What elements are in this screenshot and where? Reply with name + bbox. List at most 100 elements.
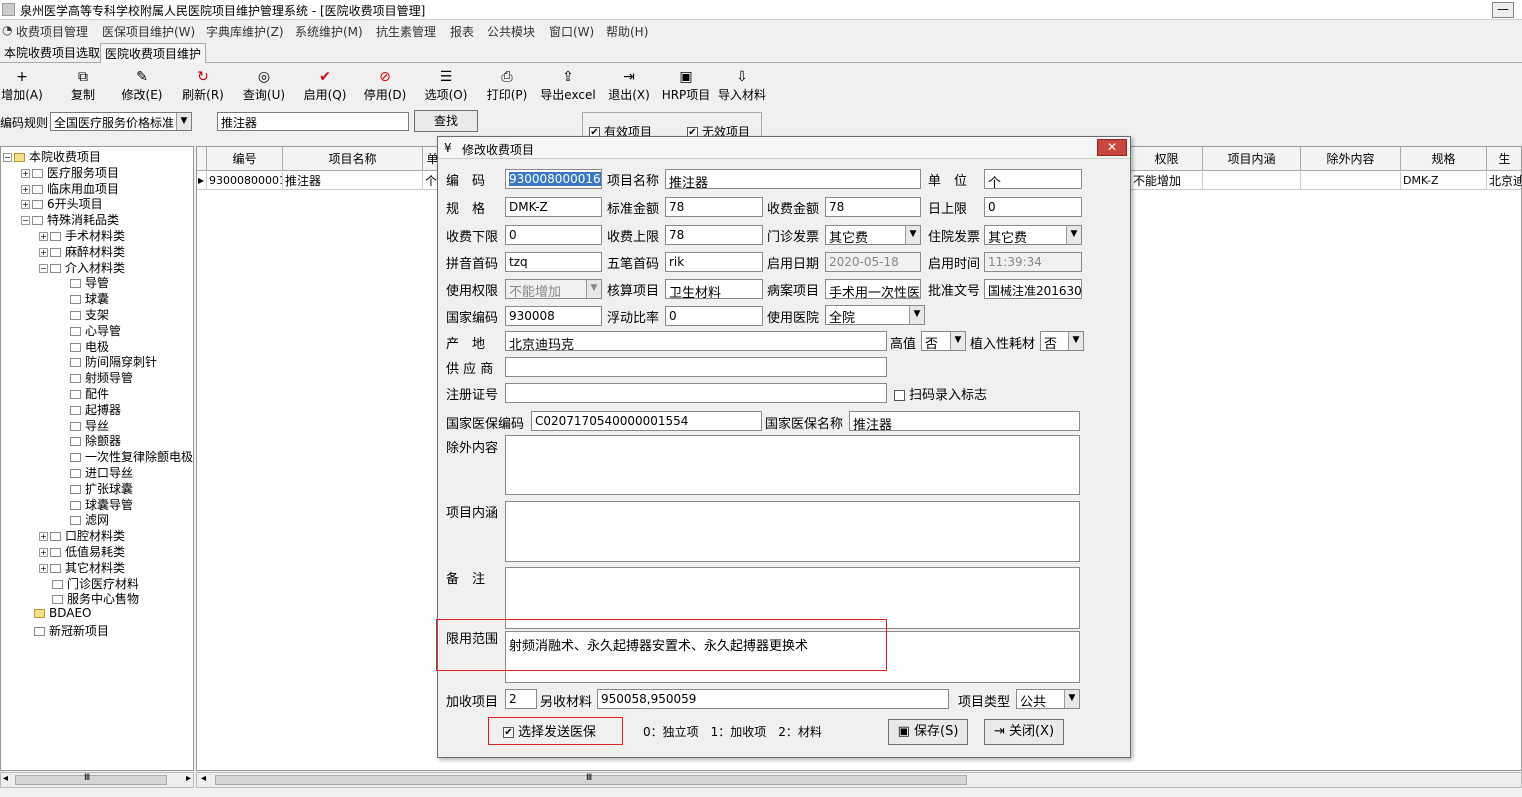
enable-button[interactable]: ✔ 启用(Q) — [293, 68, 357, 106]
tree-node[interactable]: 除颤器 — [57, 432, 121, 449]
tree-node[interactable]: 一次性复律除颤电极 — [57, 448, 193, 465]
exit-button[interactable]: ⇥ 退出(X) — [597, 68, 661, 106]
hrp-button[interactable]: ▣ HRP项目 — [654, 68, 718, 106]
implant-select[interactable]: 否 ▼ — [1040, 331, 1084, 351]
minimize-button[interactable]: — — [1492, 2, 1514, 18]
tree-node[interactable]: + 医疗服务项目 — [21, 164, 119, 181]
tree-node[interactable]: − 特殊消耗品类 — [21, 211, 119, 228]
search-input[interactable]: 推注器 — [217, 112, 409, 131]
tree-node[interactable]: + 其它材料类 — [39, 559, 125, 576]
scan-flag-checkbox[interactable]: 扫码录入标志 — [894, 384, 987, 403]
other-material-field[interactable]: 950058,950059 — [597, 689, 949, 709]
tree-node[interactable]: 心导管 — [57, 322, 121, 339]
tree-node[interactable]: 导管 — [57, 274, 109, 291]
tree-node[interactable]: − 介入材料类 — [39, 259, 125, 276]
tree-scrollbar[interactable]: ◂ Ⅲ ▸ — [0, 772, 194, 788]
tree-node[interactable]: 门诊医疗材料 — [39, 575, 139, 592]
tree-node[interactable]: + 低值易耗类 — [39, 543, 125, 560]
accounting-field[interactable]: 卫生材料 — [665, 279, 763, 299]
hospital-select[interactable]: 全院 ▼ — [825, 305, 925, 325]
expand-icon[interactable]: + — [39, 548, 48, 557]
tree-node[interactable]: 扩张球囊 — [57, 480, 133, 497]
menu-common[interactable]: 公共模块 — [487, 23, 535, 40]
expand-icon[interactable]: + — [39, 563, 48, 573]
tree-node[interactable]: + 麻醉材料类 — [39, 243, 125, 260]
close-button[interactable]: ⇥ 关闭(X) — [984, 719, 1064, 745]
expand-icon[interactable]: + — [39, 532, 48, 542]
tree-node[interactable]: 滤网 — [57, 511, 109, 528]
collapse-icon[interactable]: − — [39, 263, 48, 273]
add-button[interactable]: + 增加(A) — [0, 68, 54, 106]
tree-node[interactable]: 导丝 — [57, 417, 109, 434]
tree-node[interactable]: 球囊导管 — [57, 496, 133, 513]
fee-max-field[interactable]: 78 — [665, 225, 763, 245]
tree-node[interactable]: 射频导管 — [57, 369, 133, 386]
category-tree[interactable]: − 本院收费项目 + 医疗服务项目 + 临床用血项目 +6开头项目 − 特殊消耗品类 + 手术材料类… — [0, 146, 194, 771]
export-excel-button[interactable]: ⇪ 导出excel — [536, 68, 600, 106]
options-button[interactable]: ☰ 选项(O) — [414, 68, 478, 106]
ip-invoice-select[interactable]: 其它费 ▼ — [984, 225, 1082, 245]
expand-icon[interactable]: + — [21, 184, 30, 194]
tree-node[interactable]: 服务中心售物 — [39, 590, 139, 607]
cell-exclusion[interactable] — [1301, 172, 1401, 190]
float-ratio-field[interactable]: 0 — [665, 306, 763, 326]
cell-code[interactable]: 930008000016 — [207, 172, 283, 190]
tree-node[interactable]: − 本院收费项目 — [3, 148, 101, 165]
grid-scrollbar[interactable]: ◂ Ⅲ — [196, 772, 1522, 788]
query-button[interactable]: ◎ 查询(U) — [232, 68, 296, 106]
pinyin-field[interactable]: tzq — [505, 252, 602, 272]
insurance-name-field[interactable]: 推注器 — [849, 411, 1080, 431]
print-button[interactable]: ⎙ 打印(P) — [475, 68, 539, 106]
content-textarea[interactable] — [505, 501, 1080, 562]
tree-node[interactable]: + 手术材料类 — [39, 227, 125, 244]
expand-icon[interactable]: + — [39, 232, 48, 241]
supplier-field[interactable] — [505, 357, 887, 377]
collapse-icon[interactable]: − — [3, 153, 12, 162]
fee-min-field[interactable]: 0 — [505, 225, 602, 245]
scroll-left-icon[interactable]: ◂ — [201, 773, 206, 784]
national-code-field[interactable]: 930008 — [505, 306, 602, 326]
tree-node[interactable]: 球囊 — [57, 290, 109, 307]
tree-node[interactable]: 进口导丝 — [57, 464, 133, 481]
std-amount-field[interactable]: 78 — [665, 197, 763, 217]
tree-node[interactable]: 防间隔穿刺针 — [57, 353, 157, 370]
case-field[interactable]: 手术用一次性医 — [825, 279, 921, 299]
close-icon[interactable]: ✕ — [1097, 139, 1127, 156]
cell-name[interactable]: 推注器 — [283, 172, 423, 190]
scroll-right-icon[interactable]: ▸ — [186, 773, 191, 784]
col-header-code[interactable]: 编号 — [207, 147, 283, 171]
grid-scroll-thumb[interactable]: Ⅲ — [215, 773, 967, 785]
tree-node[interactable]: BDAEO — [21, 606, 92, 620]
menu-reports[interactable]: 报表 — [450, 23, 474, 40]
copy-button[interactable]: ⧉ 复制 — [51, 68, 115, 106]
tree-node[interactable]: 起搏器 — [57, 401, 121, 418]
tab-select-items[interactable]: 本院收费项目选取 — [0, 43, 104, 63]
expand-icon[interactable]: + — [21, 168, 30, 178]
insurance-code-field[interactable]: C0207170540000001554 — [531, 411, 762, 431]
col-header-name[interactable]: 项目名称 — [283, 147, 423, 171]
tab-maintain-items[interactable]: 医院收费项目维护 — [100, 43, 207, 63]
menu-fee-items[interactable]: 收费项目管理 — [16, 23, 88, 40]
code-field[interactable]: 930008000016 — [505, 169, 602, 189]
disable-button[interactable]: ⊘ 停用(D) — [353, 68, 417, 106]
col-header-origin[interactable]: 生 — [1487, 147, 1521, 171]
item-type-select[interactable]: 公共 ▼ — [1016, 689, 1080, 709]
collapse-icon[interactable]: − — [21, 216, 30, 226]
tree-node[interactable]: 配件 — [57, 385, 109, 402]
refresh-button[interactable]: ↻ 刷新(R) — [171, 68, 235, 106]
fee-amount-field[interactable]: 78 — [825, 197, 921, 217]
expand-icon[interactable]: + — [21, 200, 30, 210]
col-header-spec[interactable]: 规格 — [1401, 147, 1487, 171]
unit-field[interactable]: 个 — [984, 169, 1082, 189]
high-value-select[interactable]: 否 ▼ — [921, 331, 966, 351]
cell-spec[interactable]: DMK-Z — [1401, 172, 1487, 190]
exclusion-textarea[interactable] — [505, 435, 1080, 495]
op-invoice-select[interactable]: 其它费 ▼ — [825, 225, 921, 245]
day-limit-field[interactable]: 0 — [984, 197, 1082, 217]
wubi-field[interactable]: rik — [665, 252, 763, 272]
cell-content[interactable] — [1203, 172, 1301, 190]
col-header-content[interactable]: 项目内涵 — [1203, 147, 1301, 171]
menu-help[interactable]: 帮助(H) — [606, 23, 648, 40]
menu-insurance[interactable]: 医保项目维护(W) — [102, 23, 195, 40]
name-field[interactable]: 推注器 — [665, 169, 921, 189]
